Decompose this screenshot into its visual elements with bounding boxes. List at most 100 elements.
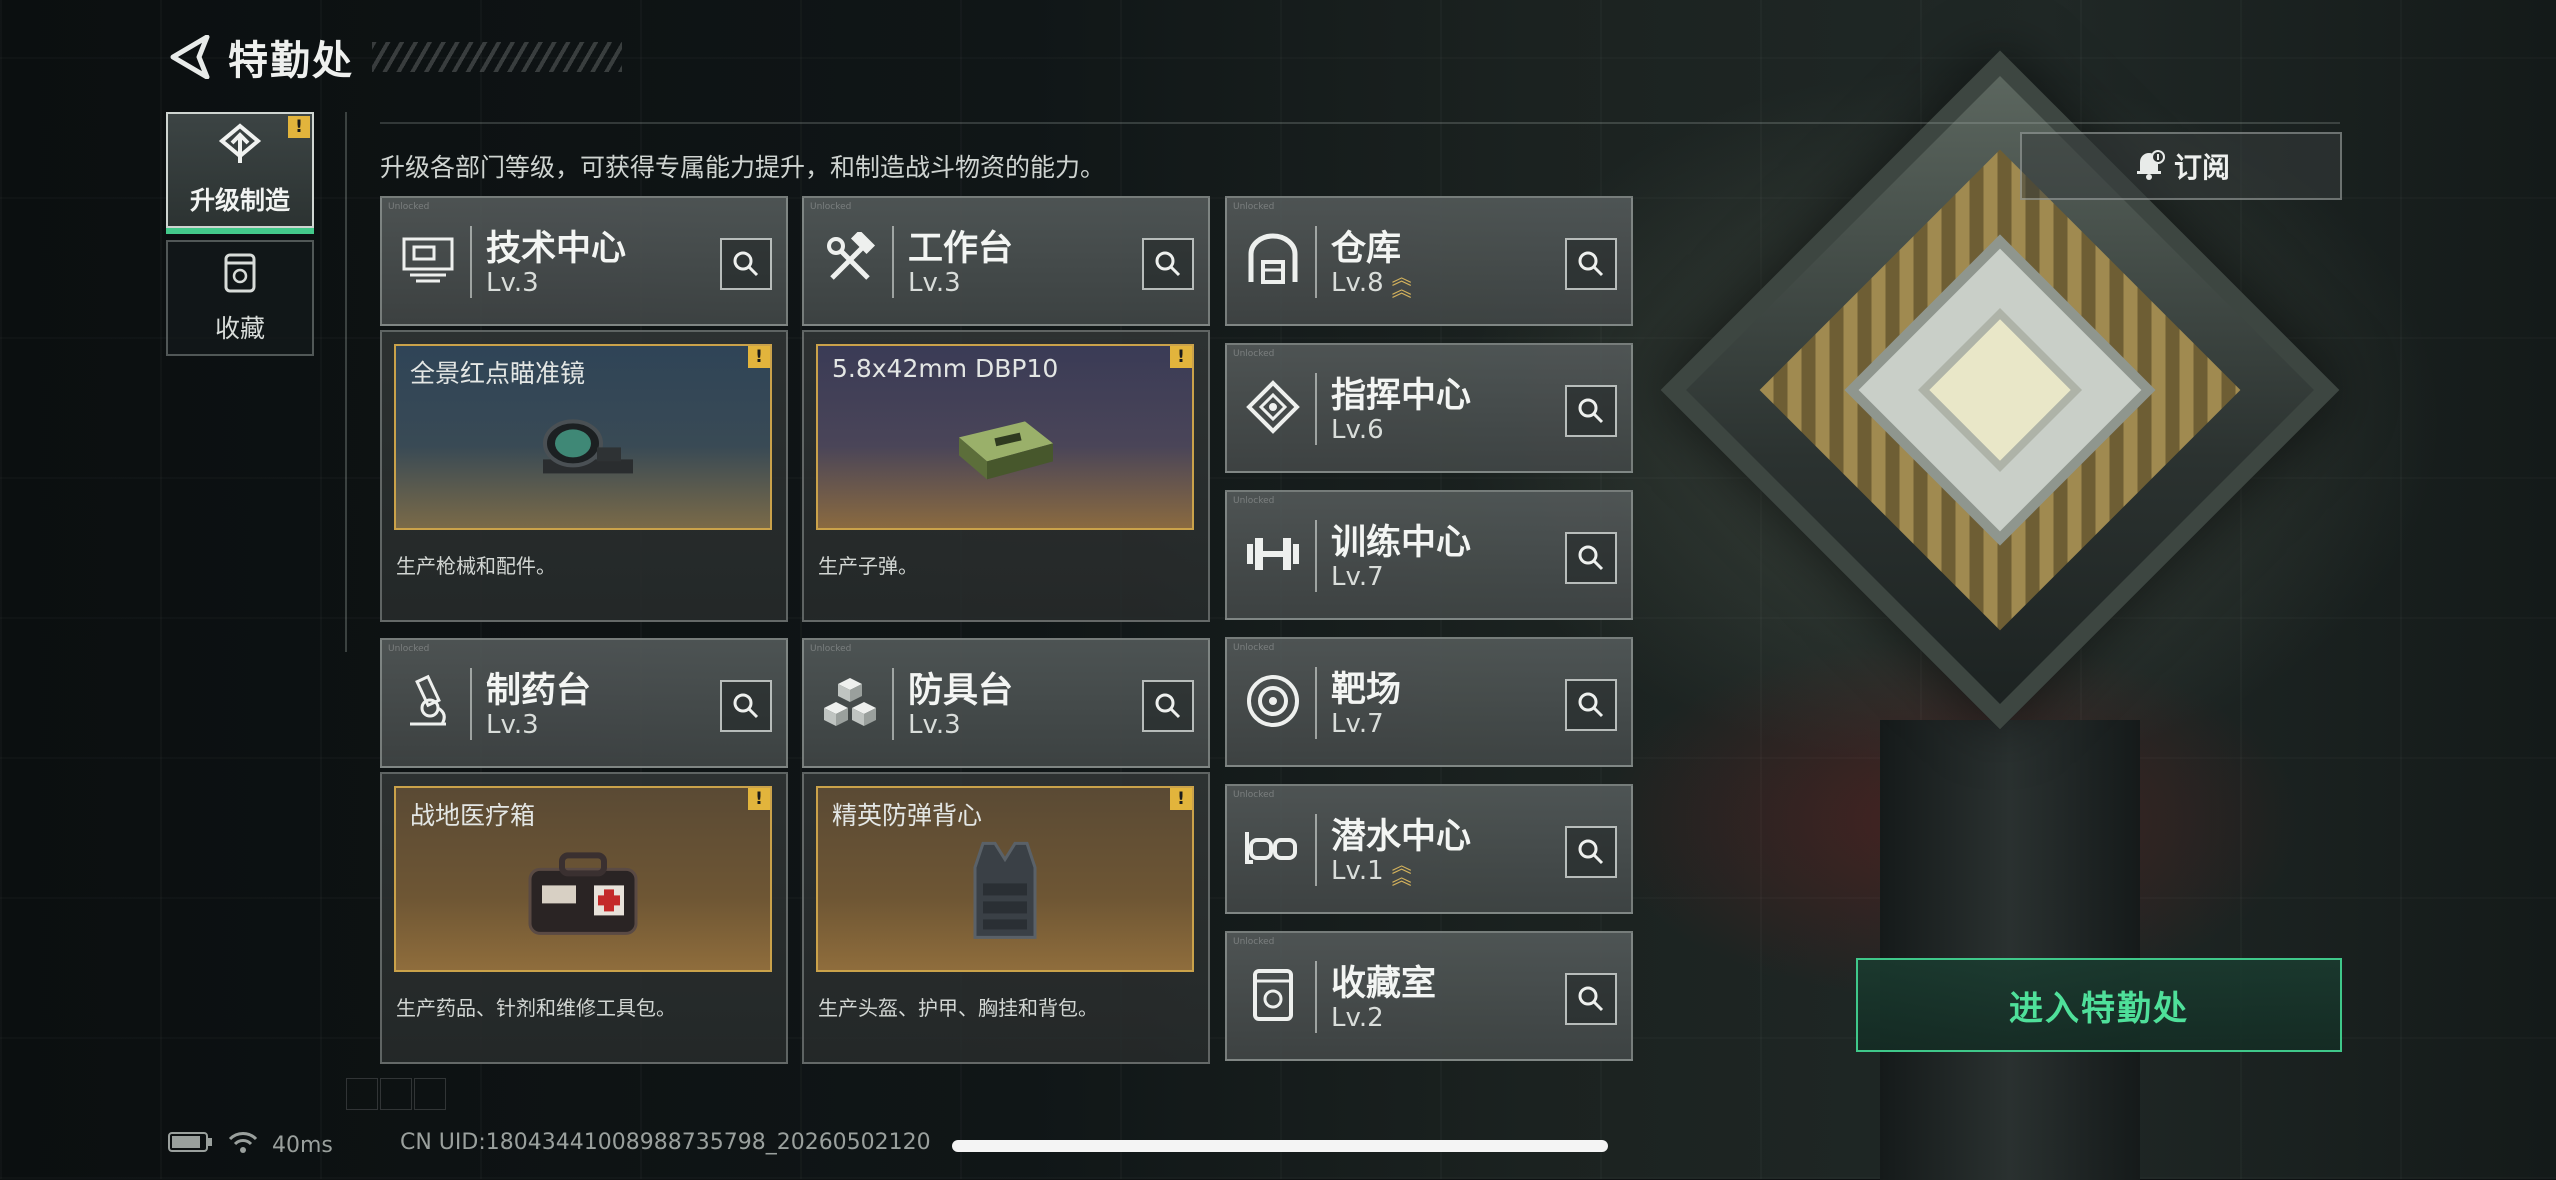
side-nav: ! 升级制造 收藏 [166,112,316,368]
alert-badge: ! [288,116,310,138]
nav-item-collection[interactable]: 收藏 [166,240,314,356]
computer-icon [396,228,460,292]
product-panel-workbench: ! 5.8x42mm DBP10 生产子弹。 [802,330,1210,622]
dept-level-text: Lv.1 [1331,856,1384,886]
home-indicator[interactable] [952,1140,1608,1152]
product-slot[interactable]: ! 全景红点瞄准镜 [394,344,772,530]
page-header: 特勤处 [168,28,622,86]
subscribe-label: 订阅 [2173,151,2230,184]
user-uid: CN UID:18043441008988735798_20260502120 [400,1130,931,1155]
dept-level: Lv.1 ︽ ︽ [1331,853,1412,889]
status-bar: 40ms [168,1130,333,1160]
product-slot[interactable]: ! 精英防弹背心 [816,786,1194,972]
search-button[interactable] [1142,680,1194,732]
dept-card-warehouse[interactable]: Unlocked 仓库 Lv.8 ︽ ︽ [1225,196,1633,326]
nav-item-label: 收藏 [214,314,265,343]
collection-room-icon [1241,963,1305,1027]
dumbbell-icon [1241,522,1305,586]
search-icon [733,251,759,277]
search-button[interactable] [720,238,772,290]
dept-card-armor[interactable]: Unlocked 防具台 Lv.3 [802,638,1210,768]
dept-card-command-center[interactable]: Unlocked 指挥中心 Lv.6 [1225,343,1633,473]
alert-badge: ! [748,346,770,368]
dept-level: Lv.3 [908,710,961,740]
nav-divider [345,112,347,652]
search-button[interactable] [1142,238,1194,290]
dept-level: Lv.8 ︽ ︽ [1331,265,1412,301]
dept-name: 制药台 [486,671,592,711]
content-divider [380,122,2340,124]
back-arrow-icon[interactable] [168,35,212,79]
dept-name: 训练中心 [1331,523,1472,563]
dept-level: Lv.6 [1331,415,1384,445]
ping-value: 40ms [272,1132,333,1158]
dept-name: 技术中心 [486,229,627,269]
dept-card-tech-center[interactable]: Unlocked 技术中心 Lv.3 [380,196,788,326]
search-button[interactable] [1565,238,1617,290]
search-icon [1578,692,1604,718]
dept-name: 工作台 [908,229,1014,269]
upgrade-available-icon: ︽ ︽ [1391,265,1412,301]
product-description: 生产头盔、护甲、胸挂和背包。 [818,996,1098,1020]
dept-card-shooting-range[interactable]: Unlocked 靶场 Lv.7 [1225,637,1633,767]
target-icon [1241,669,1305,733]
command-center-icon [1241,375,1305,439]
product-name: 精英防弹背心 [832,801,983,830]
subscribe-button[interactable]: 订阅 [2020,132,2342,200]
product-slot[interactable]: ! 战地医疗箱 [394,786,772,972]
dept-name: 仓库 [1331,229,1402,269]
dept-card-collection-room[interactable]: Unlocked 收藏室 Lv.2 [1225,931,1633,1061]
alert-badge: ! [748,788,770,810]
vest-icon [965,837,1045,951]
dept-level: Lv.3 [486,268,539,298]
title-decoration [372,42,622,72]
product-slot[interactable]: ! 5.8x42mm DBP10 [816,344,1194,530]
product-panel-tech-center: ! 全景红点瞄准镜 生产枪械和配件。 [380,330,788,622]
dept-card-pharmacy[interactable]: Unlocked 制药台 Lv.3 [380,638,788,768]
dept-name: 潜水中心 [1331,817,1472,857]
product-name: 战地医疗箱 [410,801,536,830]
dept-name: 靶场 [1331,670,1402,710]
search-button[interactable] [1565,532,1617,584]
dept-card-workbench[interactable]: Unlocked 工作台 Lv.3 [802,196,1210,326]
product-panel-armor: ! 精英防弹背心 生产头盔、护甲、胸挂和背包。 [802,772,1210,1064]
ammo-box-icon [945,407,1065,491]
alert-badge: ! [1170,346,1192,368]
product-panel-pharmacy: ! 战地医疗箱 生产药品、针剂和维修工具包。 [380,772,788,1064]
page-title: 特勤处 [228,38,354,84]
product-name: 全景红点瞄准镜 [410,359,586,388]
search-button[interactable] [1565,826,1617,878]
alert-badge: ! [1170,788,1192,810]
product-description: 生产子弹。 [818,554,918,578]
decoration [414,1078,446,1110]
dept-name: 收藏室 [1331,964,1437,1004]
armor-blocks-icon [818,670,882,734]
nav-item-upgrade[interactable]: ! 升级制造 [166,112,314,234]
page-description: 升级各部门等级，可获得专属能力提升，和制造战斗物资的能力。 [380,153,1106,182]
dept-level: Lv.7 [1331,562,1384,592]
dept-card-training-center[interactable]: Unlocked 训练中心 Lv.7 [1225,490,1633,620]
search-button[interactable] [720,680,772,732]
enter-button-label: 进入特勤处 [2009,988,2189,1029]
warehouse-icon [1241,228,1305,292]
dept-level: Lv.3 [486,710,539,740]
search-button[interactable] [1565,679,1617,731]
product-description: 生产枪械和配件。 [396,554,556,578]
battery-icon [168,1131,214,1159]
dept-level: Lv.7 [1331,709,1384,739]
search-button[interactable] [1565,973,1617,1025]
red-dot-sight-icon [523,407,643,491]
dept-level-text: Lv.8 [1331,268,1384,298]
search-icon [1155,693,1181,719]
search-icon [1578,398,1604,424]
dept-name: 指挥中心 [1331,376,1472,416]
decoration [380,1078,412,1110]
dept-card-diving-center[interactable]: Unlocked 潜水中心 Lv.1 ︽ ︽ [1225,784,1633,914]
nav-item-label: 升级制造 [189,186,290,215]
search-button[interactable] [1565,385,1617,437]
enter-special-ops-button[interactable]: 进入特勤处 [1856,958,2342,1052]
upgrade-available-icon: ︽ ︽ [1391,853,1412,889]
search-icon [1578,839,1604,865]
microscope-icon [396,670,460,734]
dept-level: Lv.2 [1331,1003,1384,1033]
